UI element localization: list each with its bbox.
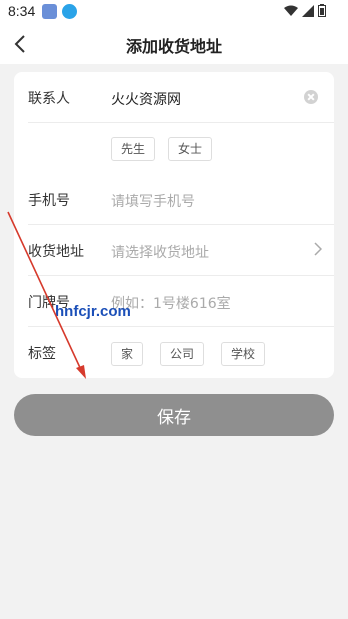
watermark: hnfcjr.com [55, 303, 131, 320]
contact-row: 联系人 火火资源网 [14, 72, 334, 123]
status-time: 8:34 [8, 3, 36, 19]
address-form: 联系人 火火资源网 先生 女士 手机号 请填写手机号 收货地址 请选择收货地址 … [14, 72, 334, 378]
tag-chip-home[interactable]: 家 [111, 342, 144, 366]
phone-row: 手机号 请填写手机号 [14, 174, 334, 225]
contact-input[interactable]: 火火资源网 [111, 89, 181, 109]
battery-icon [318, 4, 326, 17]
address-label: 收货地址 [28, 244, 84, 260]
address-picker[interactable]: 请选择收货地址 [111, 242, 209, 262]
save-button-label: 保存 [157, 407, 191, 428]
tag-chip-school[interactable]: 学校 [221, 342, 266, 366]
signal-icon [302, 4, 314, 17]
save-button[interactable]: 保存 [14, 394, 334, 436]
status-indicators [284, 4, 326, 17]
page-title: 添加收货地址 [125, 37, 222, 56]
wifi-icon [284, 5, 298, 16]
contact-label: 联系人 [28, 91, 70, 107]
phone-label: 手机号 [28, 193, 70, 209]
header-bar: 添加收货地址 [0, 24, 348, 64]
tag-chip-company[interactable]: 公司 [160, 342, 205, 366]
tags-label: 标签 [28, 346, 56, 362]
clear-icon[interactable] [304, 90, 318, 104]
gender-chip-mr[interactable]: 先生 [111, 137, 156, 161]
status-bar: 8:34 [0, 0, 348, 24]
phone-input[interactable]: 请填写手机号 [111, 191, 195, 211]
tags-row: 标签 家 公司 学校 [14, 327, 334, 378]
download-icon [62, 4, 77, 19]
gender-chip-ms[interactable]: 女士 [168, 137, 213, 161]
gender-row: 先生 女士 [14, 123, 334, 174]
app-notification-icon [42, 4, 57, 19]
address-row[interactable]: 收货地址 请选择收货地址 [14, 225, 334, 276]
chevron-right-icon [314, 242, 322, 256]
